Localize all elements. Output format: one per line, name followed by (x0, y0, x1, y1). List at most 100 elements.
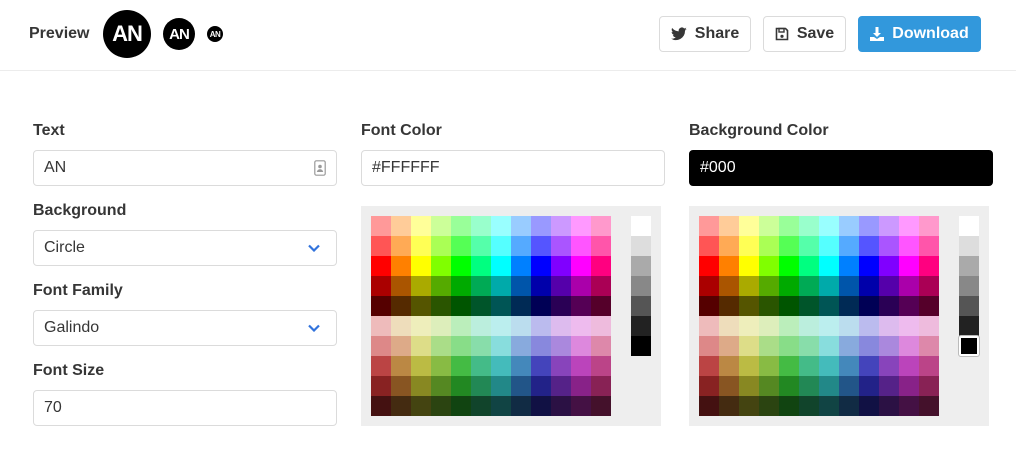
color-swatch[interactable] (839, 336, 859, 356)
color-swatch[interactable] (511, 336, 531, 356)
color-swatch[interactable] (531, 296, 551, 316)
color-swatch[interactable] (919, 336, 939, 356)
color-swatch[interactable] (391, 256, 411, 276)
color-swatch[interactable] (531, 396, 551, 416)
color-swatch[interactable] (491, 296, 511, 316)
color-swatch[interactable] (699, 396, 719, 416)
color-swatch[interactable] (719, 336, 739, 356)
color-swatch[interactable] (531, 276, 551, 296)
color-swatch[interactable] (799, 356, 819, 376)
color-swatch[interactable] (759, 236, 779, 256)
gray-swatch[interactable] (959, 296, 979, 316)
color-swatch[interactable] (371, 336, 391, 356)
color-swatch[interactable] (879, 216, 899, 236)
color-swatch[interactable] (759, 396, 779, 416)
color-swatch[interactable] (719, 216, 739, 236)
gray-swatch[interactable] (631, 216, 651, 236)
color-swatch[interactable] (411, 256, 431, 276)
color-swatch[interactable] (471, 236, 491, 256)
color-swatch[interactable] (411, 316, 431, 336)
color-swatch[interactable] (391, 396, 411, 416)
color-swatch[interactable] (739, 336, 759, 356)
color-swatch[interactable] (551, 376, 571, 396)
color-swatch[interactable] (859, 216, 879, 236)
color-swatch[interactable] (431, 296, 451, 316)
color-swatch[interactable] (491, 236, 511, 256)
color-swatch[interactable] (859, 256, 879, 276)
color-swatch[interactable] (919, 216, 939, 236)
color-swatch[interactable] (879, 396, 899, 416)
color-swatch[interactable] (451, 336, 471, 356)
color-swatch[interactable] (431, 276, 451, 296)
color-swatch[interactable] (551, 256, 571, 276)
color-swatch[interactable] (839, 376, 859, 396)
color-swatch[interactable] (551, 276, 571, 296)
color-swatch[interactable] (879, 316, 899, 336)
color-swatch[interactable] (591, 376, 611, 396)
color-swatch[interactable] (491, 376, 511, 396)
color-swatch[interactable] (471, 316, 491, 336)
color-swatch[interactable] (451, 256, 471, 276)
color-swatch[interactable] (779, 336, 799, 356)
color-swatch[interactable] (391, 316, 411, 336)
color-swatch[interactable] (779, 376, 799, 396)
color-swatch[interactable] (531, 316, 551, 336)
color-swatch[interactable] (839, 276, 859, 296)
color-swatch[interactable] (391, 236, 411, 256)
color-swatch[interactable] (879, 256, 899, 276)
color-swatch[interactable] (699, 236, 719, 256)
color-swatch[interactable] (759, 376, 779, 396)
color-swatch[interactable] (779, 276, 799, 296)
color-swatch[interactable] (719, 316, 739, 336)
color-swatch[interactable] (779, 316, 799, 336)
color-swatch[interactable] (531, 376, 551, 396)
color-swatch[interactable] (451, 356, 471, 376)
color-swatch[interactable] (371, 356, 391, 376)
color-swatch[interactable] (719, 396, 739, 416)
color-swatch[interactable] (899, 216, 919, 236)
color-swatch[interactable] (899, 376, 919, 396)
color-swatch[interactable] (411, 336, 431, 356)
color-swatch[interactable] (779, 236, 799, 256)
color-swatch[interactable] (779, 356, 799, 376)
color-swatch[interactable] (819, 296, 839, 316)
color-swatch[interactable] (799, 396, 819, 416)
color-swatch[interactable] (391, 216, 411, 236)
color-swatch[interactable] (899, 296, 919, 316)
gray-swatch[interactable] (631, 236, 651, 256)
gray-swatch[interactable] (631, 296, 651, 316)
color-swatch[interactable] (431, 336, 451, 356)
gray-swatch[interactable] (631, 256, 651, 276)
color-swatch[interactable] (451, 236, 471, 256)
color-swatch[interactable] (879, 356, 899, 376)
color-swatch[interactable] (551, 216, 571, 236)
color-swatch[interactable] (511, 236, 531, 256)
color-swatch[interactable] (819, 316, 839, 336)
color-swatch[interactable] (839, 356, 859, 376)
color-swatch[interactable] (759, 256, 779, 276)
color-swatch[interactable] (371, 256, 391, 276)
color-swatch[interactable] (511, 356, 531, 376)
background-color-input[interactable]: #000 (689, 150, 993, 186)
color-swatch[interactable] (491, 396, 511, 416)
color-swatch[interactable] (799, 216, 819, 236)
gray-swatch[interactable] (959, 316, 979, 336)
gray-swatch[interactable] (959, 216, 979, 236)
color-swatch[interactable] (571, 356, 591, 376)
download-button[interactable]: Download (858, 16, 981, 52)
color-swatch[interactable] (511, 376, 531, 396)
color-swatch[interactable] (571, 336, 591, 356)
color-swatch[interactable] (799, 256, 819, 276)
color-swatch[interactable] (591, 396, 611, 416)
color-swatch[interactable] (571, 236, 591, 256)
color-swatch[interactable] (899, 256, 919, 276)
color-swatch[interactable] (571, 396, 591, 416)
color-swatch[interactable] (491, 316, 511, 336)
color-swatch[interactable] (411, 296, 431, 316)
color-swatch[interactable] (739, 296, 759, 316)
color-swatch[interactable] (859, 276, 879, 296)
color-swatch[interactable] (551, 316, 571, 336)
color-swatch[interactable] (371, 236, 391, 256)
color-swatch[interactable] (371, 316, 391, 336)
color-swatch[interactable] (919, 316, 939, 336)
